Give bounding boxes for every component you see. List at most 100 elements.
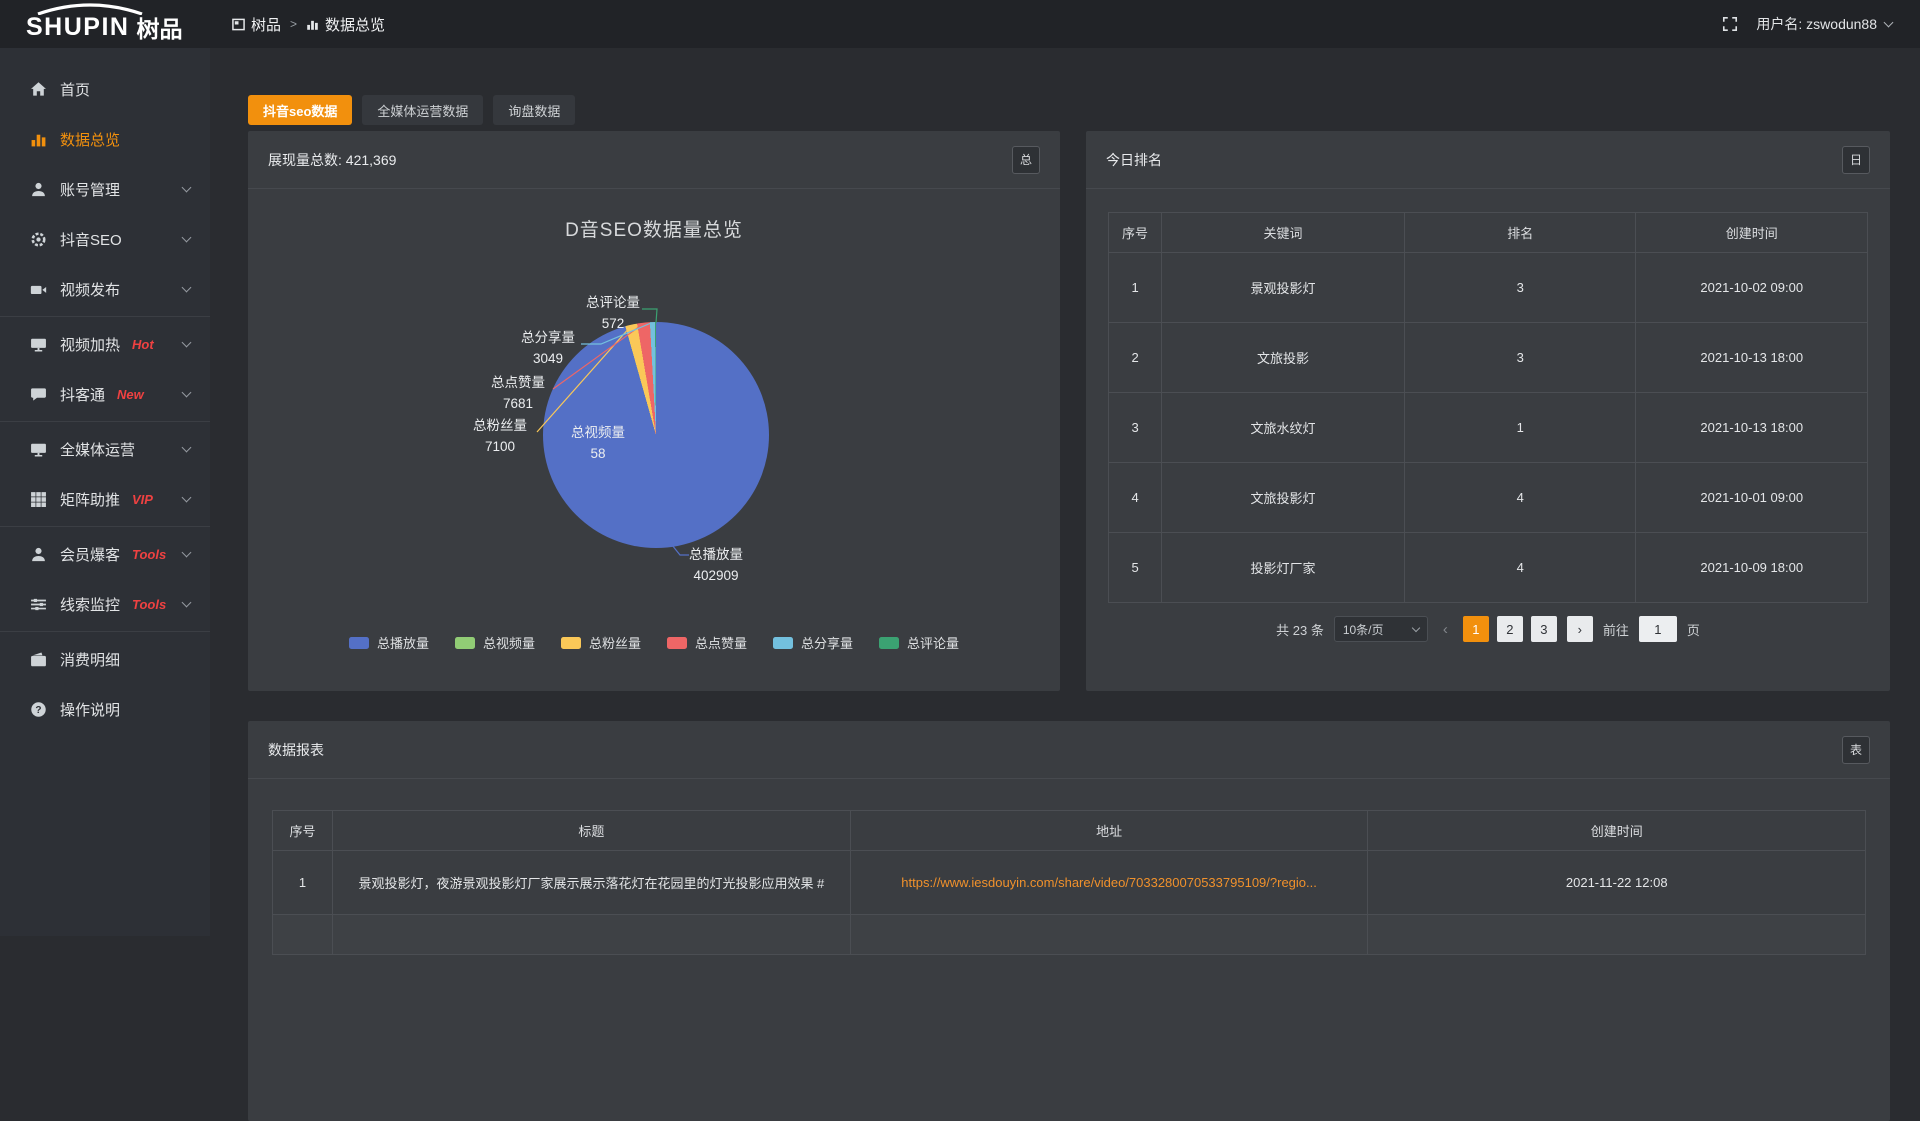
sidebar-item[interactable]: 首页	[0, 64, 210, 114]
sidebar-item-label: 消费明细	[60, 649, 120, 670]
chevron-down-icon	[182, 548, 192, 558]
page-size-select[interactable]: 10条/页	[1334, 616, 1428, 642]
table-row: 3文旅水纹灯12021-10-13 18:00	[1109, 393, 1868, 463]
grid-icon	[30, 491, 47, 508]
index-cell: 1	[273, 851, 333, 915]
sidebar-item-label: 抖音SEO	[60, 229, 122, 250]
legend-item[interactable]: 总视频量	[455, 633, 535, 652]
table-cell	[273, 915, 333, 955]
breadcrumb-separator: >	[290, 17, 297, 31]
table-cell: 1	[1109, 253, 1162, 323]
table-cell: 文旅投影灯	[1162, 463, 1405, 533]
ranking-table-wrap: 序号关键词排名创建时间 1景观投影灯32021-10-02 09:002文旅投影…	[1086, 189, 1890, 642]
sidebar-item[interactable]: 抖客通New	[0, 369, 210, 419]
breadcrumb-label: 树品	[251, 14, 281, 35]
sidebar-item[interactable]: ?操作说明	[0, 684, 210, 734]
tab-douyin-seo[interactable]: 抖音seo数据	[248, 95, 352, 125]
chevron-down-icon	[182, 388, 192, 398]
fullscreen-icon[interactable]	[1722, 16, 1738, 32]
table-cell: 3	[1405, 323, 1636, 393]
user-menu[interactable]: 用户名: zswodun88	[1756, 14, 1892, 34]
sidebar-divider	[0, 316, 210, 317]
monitor-icon	[30, 336, 47, 353]
sidebar-item[interactable]: 抖音SEO	[0, 214, 210, 264]
sidebar-item-label: 操作说明	[60, 699, 120, 720]
sidebar-item-label: 线索监控	[60, 594, 120, 615]
legend-item[interactable]: 总播放量	[349, 633, 429, 652]
sidebar-item[interactable]: 矩阵助推VIP	[0, 474, 210, 524]
sidebar-item[interactable]: 数据总览	[0, 114, 210, 164]
ranking-table: 序号关键词排名创建时间 1景观投影灯32021-10-02 09:002文旅投影…	[1108, 212, 1868, 603]
chart-title: D音SEO数据量总览	[248, 215, 1060, 242]
sidebar-item[interactable]: 视频发布	[0, 264, 210, 314]
next-page-button[interactable]: ›	[1567, 616, 1593, 642]
pagination: 共 23 条 10条/页 ‹ 123 › 前往 页	[1108, 616, 1868, 642]
column-header: 创建时间	[1636, 213, 1868, 253]
table-cell	[1368, 915, 1866, 955]
breadcrumb-item-home[interactable]: 树品	[232, 14, 281, 35]
legend-label: 总粉丝量	[589, 633, 641, 652]
impressions-panel-header: 展现量总数: 421,369 总	[248, 131, 1060, 189]
legend-item[interactable]: 总分享量	[773, 633, 853, 652]
chevron-down-icon	[182, 598, 192, 608]
table-cell: 2021-10-01 09:00	[1636, 463, 1868, 533]
top-bar-right: 用户名: zswodun88	[1722, 14, 1920, 34]
top-bar: SHUPIN 树品 树品 > 数据总览 用户名: zswodun88	[0, 0, 1920, 48]
table-cell: 文旅投影	[1162, 323, 1405, 393]
sidebar-item-label: 视频加热	[60, 334, 120, 355]
main-content: 抖音seo数据 全媒体运营数据 询盘数据 展现量总数: 421,369 总 D音…	[210, 48, 1920, 1121]
table-cell: 景观投影灯	[1162, 253, 1405, 323]
page-button[interactable]: 3	[1531, 616, 1557, 642]
total-mode-button[interactable]: 总	[1012, 146, 1040, 174]
table-cell	[850, 915, 1368, 955]
breadcrumb-label: 数据总览	[325, 14, 385, 35]
url-cell: https://www.iesdouyin.com/share/video/70…	[850, 851, 1368, 915]
goto-page-input[interactable]	[1639, 616, 1677, 642]
day-mode-button[interactable]: 日	[1842, 146, 1870, 174]
tab-media-operation[interactable]: 全媒体运营数据	[362, 95, 483, 125]
breadcrumb-item-current[interactable]: 数据总览	[306, 14, 385, 35]
column-header: 标题	[333, 811, 851, 851]
legend-item[interactable]: 总评论量	[879, 633, 959, 652]
legend-swatch	[879, 637, 899, 649]
pie-chart: D音SEO数据量总览 总播放量402909总视频量58总粉丝量7100总点赞量7…	[248, 189, 1060, 690]
table-cell: 4	[1405, 533, 1636, 603]
sidebar-item-label: 账号管理	[60, 179, 120, 200]
table-row	[273, 915, 1866, 955]
sidebar: 首页数据总览账号管理抖音SEO 视频发布视频加热Hot抖客通New全媒体运营矩阵助…	[0, 48, 210, 936]
legend-item[interactable]: 总点赞量	[667, 633, 747, 652]
user-icon	[30, 181, 47, 198]
title-cell: 景观投影灯，夜游景观投影灯厂家展示展示落花灯在花园里的灯光投影应用效果 #	[333, 851, 851, 915]
sidebar-item[interactable]: 消费明细	[0, 634, 210, 684]
video-link[interactable]: https://www.iesdouyin.com/share/video/70…	[901, 875, 1317, 890]
table-mode-button[interactable]: 表	[1842, 736, 1870, 764]
ranking-panel-header: 今日排名 日	[1086, 131, 1890, 189]
legend-item[interactable]: 总粉丝量	[561, 633, 641, 652]
pagination-total: 共 23 条	[1276, 620, 1324, 639]
table-cell: 2021-10-02 09:00	[1636, 253, 1868, 323]
breadcrumb: 树品 > 数据总览	[210, 14, 385, 35]
page-size-value: 10条/页	[1343, 621, 1384, 638]
bar-chart-icon	[306, 18, 319, 31]
video-camera-icon	[30, 281, 47, 298]
prev-page-button[interactable]: ‹	[1438, 621, 1453, 638]
pie-label: 总播放量402909	[689, 544, 743, 586]
sidebar-item[interactable]: 会员爆客Tools	[0, 529, 210, 579]
page-button[interactable]: 2	[1497, 616, 1523, 642]
chat-icon	[30, 386, 47, 403]
chevron-down-icon	[182, 183, 192, 193]
page-button[interactable]: 1	[1463, 616, 1489, 642]
pie-label: 总粉丝量7100	[473, 415, 527, 457]
legend-swatch	[561, 637, 581, 649]
chevron-down-icon	[1412, 624, 1420, 632]
sidebar-item[interactable]: 线索监控Tools	[0, 579, 210, 629]
page-buttons: 123	[1463, 616, 1557, 642]
table-row: 4文旅投影灯42021-10-01 09:00	[1109, 463, 1868, 533]
sidebar-item[interactable]: 视频加热Hot	[0, 319, 210, 369]
sidebar-item[interactable]: 全媒体运营	[0, 424, 210, 474]
logo-text-en: SHUPIN	[26, 13, 129, 42]
sidebar-item[interactable]: 账号管理	[0, 164, 210, 214]
tab-inquiry[interactable]: 询盘数据	[493, 95, 575, 125]
sidebar-item-label: 视频发布	[60, 279, 120, 300]
sidebar-item-tag: New	[117, 387, 144, 402]
